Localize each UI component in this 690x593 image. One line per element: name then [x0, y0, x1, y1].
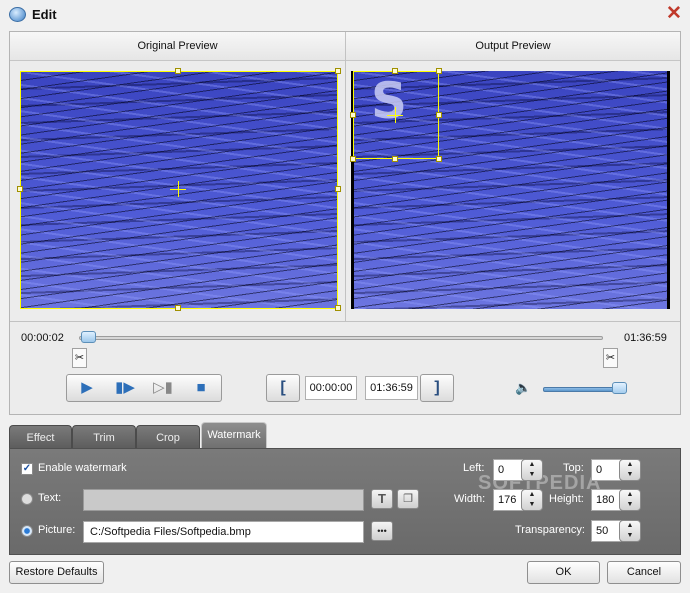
timeline-track[interactable]	[79, 336, 603, 340]
enable-watermark-label: Enable watermark	[38, 462, 127, 474]
stop-icon[interactable]: ■	[184, 377, 218, 399]
trim-end-scissors-icon[interactable]: ✂	[603, 348, 618, 368]
set-end-button[interactable]: ]	[420, 374, 454, 402]
window-title: Edit	[32, 7, 57, 22]
selection-handle[interactable]	[392, 156, 398, 162]
width-label: Width:	[454, 493, 486, 505]
top-stepper[interactable]: ▲ ▼	[619, 459, 641, 481]
volume-icon[interactable]: 🔈	[515, 380, 531, 396]
transparency-stepper[interactable]: ▲ ▼	[619, 520, 641, 542]
trim-start-time[interactable]: 00:00:00	[305, 376, 357, 400]
output-preview-header: Output Preview	[346, 32, 680, 61]
trim-end-time[interactable]: 01:36:59	[365, 376, 418, 400]
center-crosshair	[178, 181, 179, 197]
selection-handle[interactable]	[350, 156, 356, 162]
text-label: Text:	[38, 492, 62, 504]
selection-handle[interactable]	[436, 156, 442, 162]
timeline-thumb[interactable]	[81, 331, 96, 343]
original-preview-header: Original Preview	[10, 32, 345, 61]
tab-watermark[interactable]: Watermark	[201, 422, 267, 449]
tab-crop[interactable]: Crop	[136, 425, 200, 449]
restore-defaults-button[interactable]: Restore Defaults	[9, 561, 104, 584]
title-bar	[0, 0, 690, 30]
watermark-crosshair	[395, 107, 396, 123]
left-label: Left:	[463, 462, 485, 474]
preview-divider	[345, 32, 346, 321]
selection-handle[interactable]	[175, 68, 181, 74]
transparency-input[interactable]: 50	[591, 520, 621, 542]
tab-effect[interactable]: Effect	[9, 425, 72, 449]
play-icon[interactable]: ▶	[70, 377, 104, 399]
selection-handle[interactable]	[436, 112, 442, 118]
next-frame-icon[interactable]: ▮▶	[108, 377, 142, 399]
selection-handle[interactable]	[350, 112, 356, 118]
trim-start-scissors-icon[interactable]: ✂	[72, 348, 87, 368]
left-stepper[interactable]: ▲ ▼	[521, 459, 543, 481]
color-icon[interactable]: ❐	[397, 489, 419, 509]
width-stepper[interactable]: ▲ ▼	[521, 489, 543, 511]
selection-handle[interactable]	[335, 186, 341, 192]
text-input[interactable]	[83, 489, 364, 511]
close-icon[interactable]: ✕	[664, 4, 684, 24]
selection-handle[interactable]	[175, 305, 181, 311]
picture-path-input[interactable]: C:/Softpedia Files/Softpedia.bmp	[83, 521, 364, 543]
cancel-button[interactable]: Cancel	[607, 561, 681, 584]
playback-controls: ▶ ▮▶ ▷▮ ■	[66, 374, 222, 402]
selection-handle[interactable]	[335, 305, 341, 311]
set-start-button[interactable]: [	[266, 374, 300, 402]
enable-watermark-checkbox[interactable]: ✓	[21, 463, 33, 475]
width-input[interactable]: 176	[493, 489, 523, 511]
font-icon[interactable]: T	[371, 489, 393, 509]
left-input[interactable]: 0	[493, 459, 523, 481]
step-forward-icon[interactable]: ▷▮	[146, 377, 180, 399]
app-icon	[9, 7, 26, 22]
picture-radio[interactable]	[21, 525, 33, 537]
text-radio[interactable]	[21, 493, 33, 505]
top-input[interactable]: 0	[591, 459, 621, 481]
selection-handle[interactable]	[436, 68, 442, 74]
selection-handle[interactable]	[17, 186, 23, 192]
height-input[interactable]: 180	[591, 489, 621, 511]
top-label: Top:	[563, 462, 584, 474]
selection-handle[interactable]	[392, 68, 398, 74]
selection-handle[interactable]	[335, 68, 341, 74]
picture-label: Picture:	[38, 524, 76, 536]
ok-button[interactable]: OK	[527, 561, 600, 584]
tab-trim[interactable]: Trim	[72, 425, 136, 449]
current-time: 00:00:02	[21, 332, 64, 344]
end-time: 01:36:59	[624, 332, 667, 344]
transparency-label: Transparency:	[515, 524, 585, 536]
height-stepper[interactable]: ▲ ▼	[619, 489, 641, 511]
browse-button[interactable]: •••	[371, 521, 393, 541]
preview-bottom-divider	[10, 321, 680, 322]
volume-thumb[interactable]	[612, 382, 627, 394]
original-selection-box[interactable]	[20, 71, 338, 309]
height-label: Height:	[549, 493, 584, 505]
